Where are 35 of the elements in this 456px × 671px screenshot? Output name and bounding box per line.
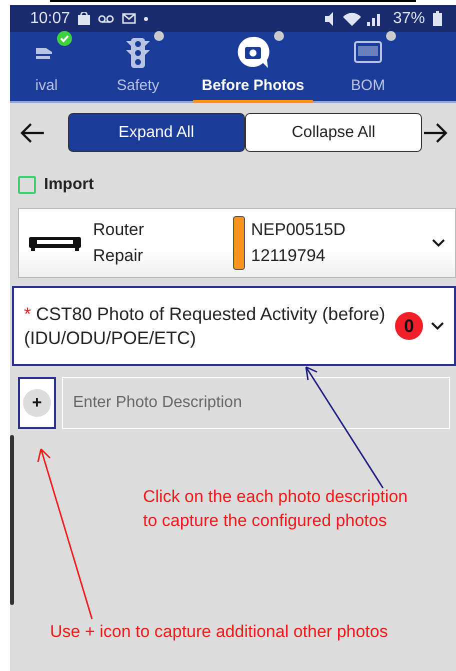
chevron-down-icon[interactable]: [431, 322, 444, 330]
add-photo-button[interactable]: +: [18, 377, 56, 429]
annotation-text: Use + icon to capture additional other photos: [50, 621, 388, 643]
battery-percent: 37%: [392, 10, 425, 28]
annotation-text: Click on the each photo description to capture the configured photos: [143, 486, 408, 532]
barcode-icon: [354, 41, 382, 65]
import-label: Import: [44, 176, 94, 194]
back-arrow-icon[interactable]: [20, 122, 46, 144]
device-name: Router Repair: [93, 219, 146, 267]
dot-icon: [144, 16, 148, 20]
mail-icon: [122, 13, 136, 24]
traffic-light-icon: [126, 38, 150, 68]
photo-item[interactable]: * CST80 Photo of Requested Activity (before) (IDU/ODU/POE/ETC) 0: [12, 286, 456, 366]
import-checkbox[interactable]: [18, 176, 36, 194]
toggle-button[interactable]: Collapse All: [244, 113, 422, 152]
voicemail-icon: [98, 14, 114, 22]
scroll-handle[interactable]: [10, 435, 14, 605]
toggle-button[interactable]: Expand All: [68, 113, 245, 152]
tab[interactable]: Before Photos: [193, 32, 313, 103]
photo-title: * CST80 Photo of Requested Activity (before) (IDU/ODU/POE/ETC): [24, 303, 386, 350]
status-time: 10:07: [30, 10, 70, 28]
photo-count: 0: [395, 312, 423, 340]
router-icon: [29, 235, 81, 251]
serial-number: NEP00515D: [251, 220, 347, 240]
battery-icon: [433, 11, 442, 26]
shopping-bag-icon: [78, 12, 90, 25]
device-card[interactable]: Router Repair NEP00515D 12119794: [18, 208, 456, 278]
device-number: 12119794: [251, 246, 326, 266]
tab[interactable]: BOM: [313, 32, 423, 103]
forward-arrow-icon[interactable]: [422, 122, 448, 144]
camera-icon: [236, 36, 270, 70]
photo-description-field[interactable]: Enter Photo Description: [62, 377, 450, 429]
tab[interactable]: ival: [10, 32, 83, 103]
tab[interactable]: Safety: [83, 32, 193, 103]
chevron-down-icon[interactable]: [432, 239, 445, 247]
